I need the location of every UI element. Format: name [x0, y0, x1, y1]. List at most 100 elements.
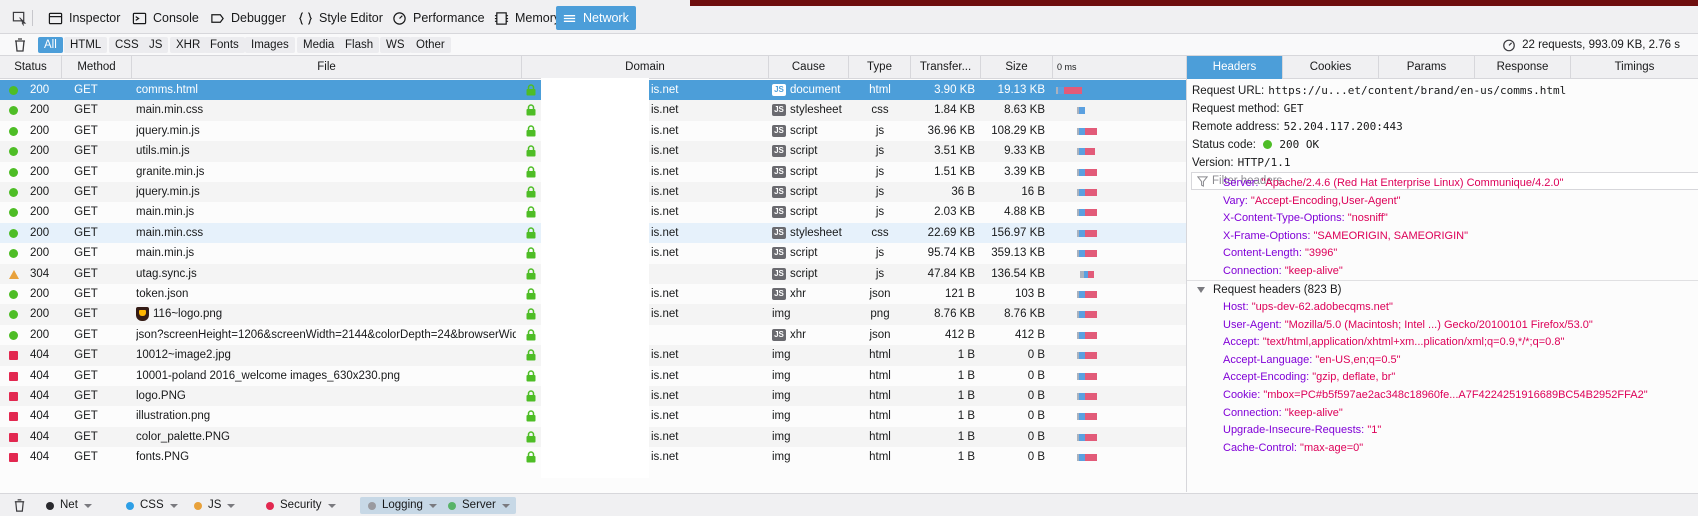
transferred-cell: 1 B	[957, 451, 975, 464]
column-header-status[interactable]: Status	[0, 56, 62, 79]
column-header-file[interactable]: File	[132, 56, 522, 79]
column-header-domain[interactable]: Domain	[522, 56, 769, 79]
console-filter-net[interactable]: Net	[38, 497, 98, 514]
details-tab-headers[interactable]: Headers	[1187, 56, 1283, 79]
details-tab-response[interactable]: Response	[1475, 56, 1571, 79]
file-cell: main.min.js	[136, 243, 516, 263]
console-filter-js[interactable]: JS	[186, 497, 241, 514]
filter-images[interactable]: Images	[245, 37, 295, 53]
method-cell: GET	[74, 369, 98, 382]
filter-flash[interactable]: Flash	[339, 37, 380, 53]
type-cell: css	[871, 104, 889, 117]
details-tab-timings[interactable]: Timings	[1571, 56, 1698, 79]
cause-cell: JS xhr	[772, 325, 848, 345]
waterfall-segment	[1085, 331, 1097, 339]
status-indicator-icon	[9, 228, 18, 238]
dropdown-caret-icon[interactable]	[428, 504, 437, 508]
remote-address-row: Remote address: 52.204.117.200:443	[1192, 120, 1403, 133]
dropdown-caret-icon[interactable]	[83, 504, 92, 508]
column-header-transfer[interactable]: Transfer...	[911, 56, 981, 79]
clear-requests-icon[interactable]	[12, 37, 28, 53]
type-cell: css	[871, 226, 889, 239]
details-tab-params[interactable]: Params	[1379, 56, 1475, 79]
console-filter-server[interactable]: Server	[440, 497, 516, 514]
column-header-size[interactable]: Size	[981, 56, 1053, 79]
filter-xhr[interactable]: XHR	[170, 37, 207, 53]
filter-js[interactable]: JS	[143, 37, 169, 53]
type-cell: js	[875, 124, 885, 137]
domain-cell: is.net	[651, 430, 679, 443]
column-header-method[interactable]: Method	[62, 56, 132, 79]
status-ok-icon	[1263, 140, 1273, 150]
status-indicator-icon	[9, 208, 18, 218]
secure-lock-icon	[526, 288, 536, 300]
tool-tab-console[interactable]: Console	[126, 6, 205, 30]
size-cell: 0 B	[1027, 430, 1045, 443]
column-header-timeline[interactable]: 0 ms	[1053, 56, 1186, 79]
status-indicator-icon	[9, 86, 18, 95]
size-cell: 156.97 KB	[991, 226, 1045, 239]
tool-tab-memory[interactable]: Memory	[488, 6, 566, 30]
filter-fonts[interactable]: Fonts	[204, 37, 245, 53]
js-badge-icon: JS	[772, 83, 786, 96]
response-header-row: Connection: "keep-alive"	[1223, 262, 1343, 280]
file-name: 116~logo.png	[153, 308, 223, 321]
status-code-row: Status code: 200 OK	[1192, 138, 1320, 151]
status-cell: 404	[30, 430, 50, 443]
tool-tab-inspector[interactable]: Inspector	[42, 6, 126, 30]
file-cell: logo.PNG	[136, 386, 516, 406]
filter-css[interactable]: CSS	[109, 37, 145, 53]
details-tab-cookies[interactable]: Cookies	[1283, 56, 1379, 79]
filter-all[interactable]: All	[38, 37, 63, 53]
cause-text: xhr	[790, 288, 806, 300]
size-cell: 16 B	[1021, 186, 1045, 198]
header-value: "en-US,en;q=0.5"	[1315, 353, 1401, 366]
secure-lock-icon	[526, 349, 536, 361]
status-indicator-icon	[9, 330, 18, 340]
status-cell: 200	[30, 288, 50, 300]
request-headers-section[interactable]: Request headers (823 B)	[1187, 280, 1698, 299]
file-cell: color_palette.PNG	[136, 427, 516, 447]
dropdown-caret-icon[interactable]	[501, 504, 510, 508]
header-name: Connection:	[1223, 265, 1282, 277]
waterfall-segment	[1085, 433, 1097, 441]
file-cell: illustration.png	[136, 406, 516, 426]
console-filter-css[interactable]: CSS	[118, 497, 184, 514]
dropdown-caret-icon[interactable]	[227, 504, 236, 508]
request-header-row: Accept-Language: "en-US,en;q=0.5"	[1223, 351, 1401, 369]
column-header-type[interactable]: Type	[849, 56, 911, 79]
filter-ws[interactable]: WS	[380, 37, 411, 53]
clear-console-icon[interactable]	[12, 498, 27, 513]
filter-other[interactable]: Other	[410, 37, 451, 53]
toolbar-separator	[32, 10, 33, 26]
dropdown-caret-icon[interactable]	[327, 504, 336, 508]
console-filter-security[interactable]: Security	[258, 497, 342, 514]
tool-tab-network[interactable]: Network	[556, 6, 636, 30]
domain-cell: is.net	[651, 247, 679, 260]
cause-text: stylesheet	[790, 226, 842, 239]
filter-html[interactable]: HTML	[64, 37, 108, 53]
domain-cell: is.net	[651, 186, 679, 198]
request-header-row: User-Agent: "Mozilla/5.0 (Macintosh; Int…	[1223, 316, 1593, 334]
performance-icon	[393, 11, 406, 25]
file-cell: main.min.css	[136, 223, 516, 243]
header-name: Cache-Control:	[1223, 441, 1297, 454]
page-backdrop-strip	[690, 0, 1698, 6]
domain-cell	[651, 264, 761, 284]
tool-tab-performance[interactable]: Performance	[386, 6, 491, 30]
method-cell: GET	[74, 206, 98, 219]
type-cell: html	[869, 430, 891, 443]
file-cell: token.json	[136, 284, 516, 304]
tool-tab-debugger[interactable]: Debugger	[204, 6, 292, 30]
element-picker-button[interactable]	[6, 6, 33, 30]
status-cell: 404	[30, 451, 50, 464]
column-header-cause[interactable]: Cause	[769, 56, 849, 79]
tool-tab-style-editor[interactable]: Style Editor	[292, 6, 389, 30]
console-filter-logging[interactable]: Logging	[360, 497, 443, 514]
dropdown-caret-icon[interactable]	[169, 504, 178, 508]
type-cell: html	[869, 349, 891, 362]
file-cell: fonts.PNG	[136, 447, 516, 467]
filter-media[interactable]: Media	[297, 37, 341, 53]
tool-tab-label: Console	[153, 11, 199, 25]
size-cell: 0 B	[1027, 410, 1045, 423]
